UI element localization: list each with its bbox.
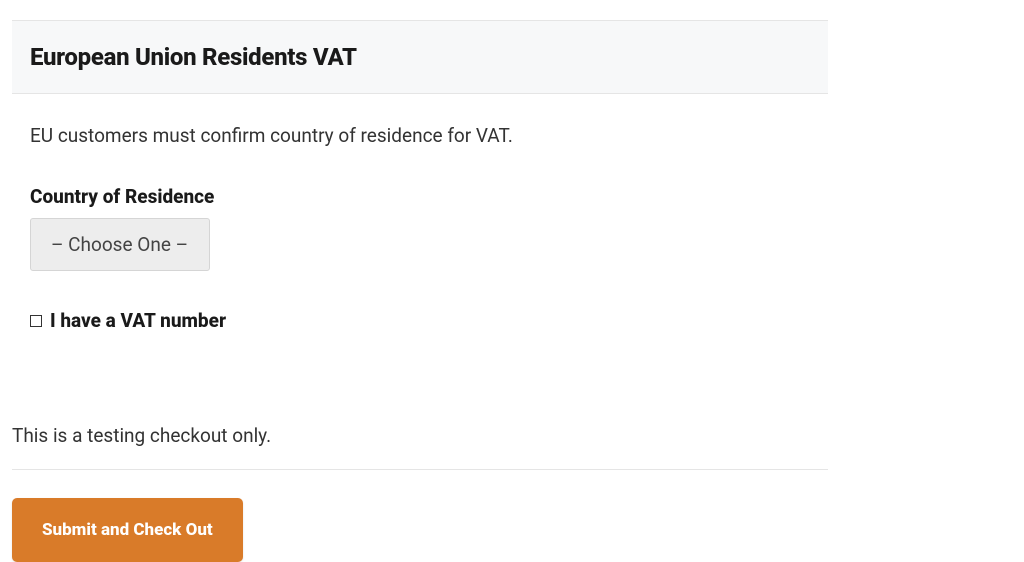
country-select[interactable]: – Choose One – [30,218,210,271]
vat-section-header: European Union Residents VAT [12,20,828,94]
testing-notice: This is a testing checkout only. [12,402,828,470]
submit-checkout-button[interactable]: Submit and Check Out [12,498,243,562]
vat-checkbox-row: I have a VAT number [30,309,810,332]
vat-description: EU customers must confirm country of res… [30,124,810,147]
submit-row: Submit and Check Out [12,470,828,562]
country-select-wrapper: – Choose One – [30,218,210,271]
section-title: European Union Residents VAT [30,43,810,71]
vat-checkbox[interactable] [30,315,42,327]
country-label: Country of Residence [30,185,810,208]
vat-checkbox-label[interactable]: I have a VAT number [50,309,226,332]
vat-section-body: EU customers must confirm country of res… [12,94,828,362]
